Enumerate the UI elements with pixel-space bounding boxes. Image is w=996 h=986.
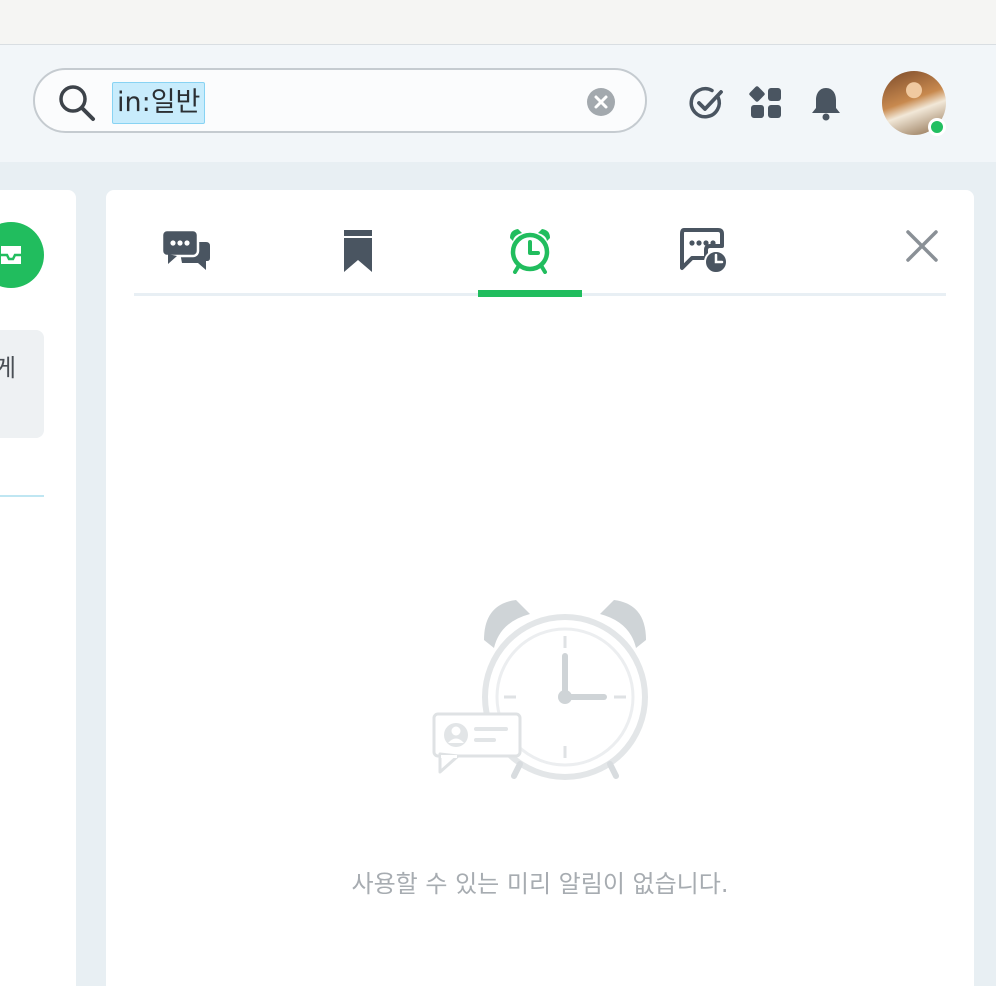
clear-circle-icon[interactable]	[586, 87, 616, 117]
online-status-dot	[928, 118, 946, 136]
bookmark-icon	[344, 230, 372, 272]
left-list-card[interactable]: 게	[0, 330, 44, 438]
reminders-panel: 사용할 수 있는 미리 알림이 없습니다.	[106, 190, 974, 986]
left-card-text: 게	[0, 354, 17, 382]
left-panel: 게	[0, 190, 76, 986]
empty-state-message: 사용할 수 있는 미리 알림이 없습니다.	[351, 870, 729, 898]
search-input[interactable]: in:일반	[112, 82, 206, 124]
search-icon	[59, 85, 95, 121]
bell-icon[interactable]	[808, 85, 844, 121]
apps-grid-icon[interactable]	[748, 85, 784, 121]
inbox-icon	[1, 246, 21, 264]
active-tab-indicator	[478, 290, 582, 297]
tab-scheduled[interactable]	[650, 190, 754, 296]
top-header: in:일반	[0, 45, 996, 162]
scheduled-message-icon	[680, 228, 728, 274]
browser-chrome-strip	[0, 0, 996, 45]
close-icon[interactable]	[902, 226, 942, 266]
tab-saved[interactable]	[306, 190, 410, 296]
inbox-button[interactable]	[0, 222, 44, 288]
check-circle-icon[interactable]	[688, 85, 724, 121]
tab-reminders[interactable]	[478, 190, 582, 296]
alarm-clock-icon	[510, 229, 550, 274]
search-box[interactable]: in:일반	[33, 68, 647, 133]
tab-threads[interactable]	[134, 190, 238, 296]
chat-bubbles-icon	[160, 228, 210, 270]
alarm-clock-illustration	[432, 600, 648, 780]
left-divider	[0, 495, 44, 497]
